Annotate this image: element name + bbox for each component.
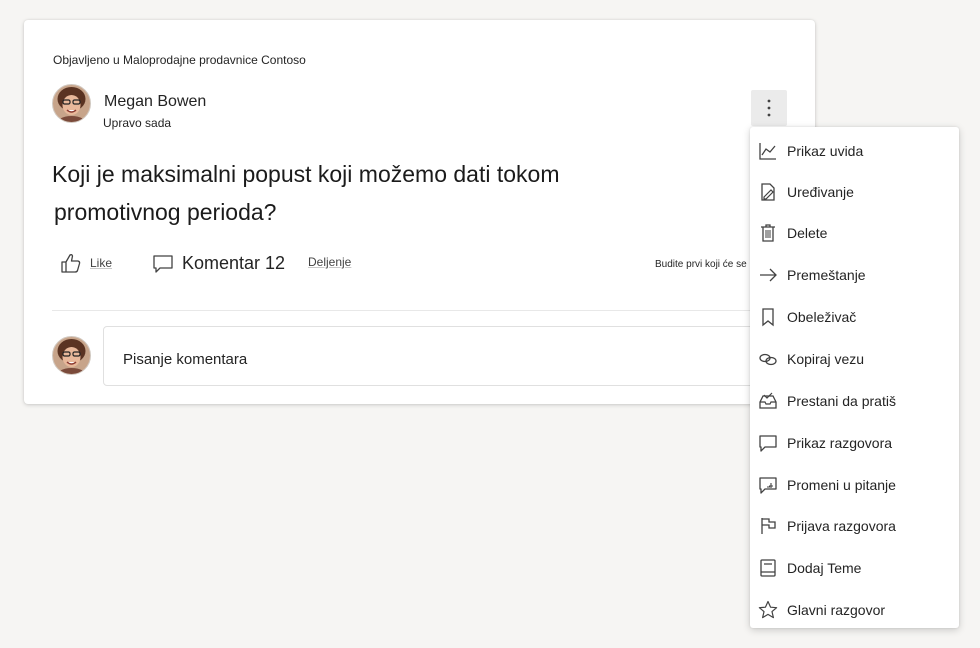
menu-label: Prikaz razgovora <box>787 435 893 451</box>
like-label: Like <box>90 256 113 270</box>
menu-label: Kopiraj vezu <box>787 351 865 367</box>
post-question: Koji je maksimalni popust koji možemo da… <box>52 155 652 231</box>
comment-count-label: Komentar 12 <box>182 253 286 273</box>
menu-item-report-conversation[interactable]: Prijava razgovora <box>750 506 959 546</box>
author-name[interactable]: Megan Bowen <box>104 93 206 111</box>
post-time: Upravo sada <box>103 116 172 130</box>
chat-question-icon <box>758 475 778 495</box>
author-avatar[interactable] <box>52 84 91 123</box>
menu-item-bookmark[interactable]: Obeleživač <box>750 297 959 337</box>
divider <box>52 310 792 311</box>
arrow-right-icon <box>758 265 778 285</box>
current-user-avatar <box>52 336 91 375</box>
menu-label: Prestani da pratiš <box>787 393 896 409</box>
like-button[interactable]: Like <box>60 253 112 273</box>
trash-icon <box>758 223 778 243</box>
chart-icon <box>758 141 778 161</box>
menu-label: Dodaj Teme <box>787 560 862 576</box>
share-button[interactable]: Deljenje <box>308 255 351 269</box>
bookmark-icon <box>758 307 778 327</box>
menu-item-copy-link[interactable]: Kopiraj vezu <box>750 339 959 379</box>
menu-item-add-topics[interactable]: Dodaj Teme <box>750 548 959 588</box>
avatar-image <box>53 85 90 122</box>
menu-label: Delete <box>787 225 828 241</box>
menu-label: Prijava razgovora <box>787 518 896 534</box>
comment-button[interactable]: Komentar 12 <box>152 253 285 274</box>
menu-item-move[interactable]: Premeštanje <box>750 255 959 295</box>
menu-item-change-to-question[interactable]: Promeni u pitanje <box>750 465 959 505</box>
comment-placeholder: Pisanje komentara <box>123 351 248 368</box>
menu-item-edit[interactable]: Uređivanje <box>750 172 959 212</box>
topic-book-icon <box>758 558 778 578</box>
menu-label: Uređivanje <box>787 184 854 200</box>
menu-label: Promeni u pitanje <box>787 477 896 493</box>
menu-item-unfollow[interactable]: Prestani da pratiš <box>750 381 959 421</box>
menu-label: Obeleživač <box>787 309 857 325</box>
edit-icon <box>758 182 778 202</box>
inbox-icon <box>758 391 778 411</box>
post-card: Objavljeno u Maloprodajne prodavnice Con… <box>24 20 815 404</box>
menu-label: Prikaz uvida <box>787 143 864 159</box>
menu-item-view-conversation[interactable]: Prikaz razgovora <box>750 423 959 463</box>
question-line-1: Koji je maksimalni popust koji možemo da… <box>52 161 560 187</box>
more-options-menu: Prikaz uvida Uređivanje Delete Premeštan… <box>750 127 959 628</box>
comment-input[interactable]: Pisanje komentara <box>103 326 805 386</box>
more-options-button[interactable] <box>751 90 787 126</box>
menu-label: Premeštanje <box>787 267 866 283</box>
star-icon <box>758 600 778 620</box>
question-line-2: promotivnog perioda? <box>54 199 277 225</box>
menu-item-delete[interactable]: Delete <box>750 213 959 253</box>
thumbs-up-icon <box>61 254 81 273</box>
comment-icon <box>153 254 173 273</box>
menu-item-featured-conversation[interactable]: Glavni razgovor <box>750 590 959 630</box>
link-icon <box>758 349 778 369</box>
menu-label: Glavni razgovor <box>787 602 886 618</box>
more-vertical-icon <box>767 99 771 117</box>
avatar-image <box>53 337 90 374</box>
flag-icon <box>758 516 778 536</box>
posted-in-label: Objavljeno u Maloprodajne prodavnice Con… <box>53 53 306 67</box>
menu-item-view-insights[interactable]: Prikaz uvida <box>750 131 959 171</box>
chat-icon <box>758 433 778 453</box>
